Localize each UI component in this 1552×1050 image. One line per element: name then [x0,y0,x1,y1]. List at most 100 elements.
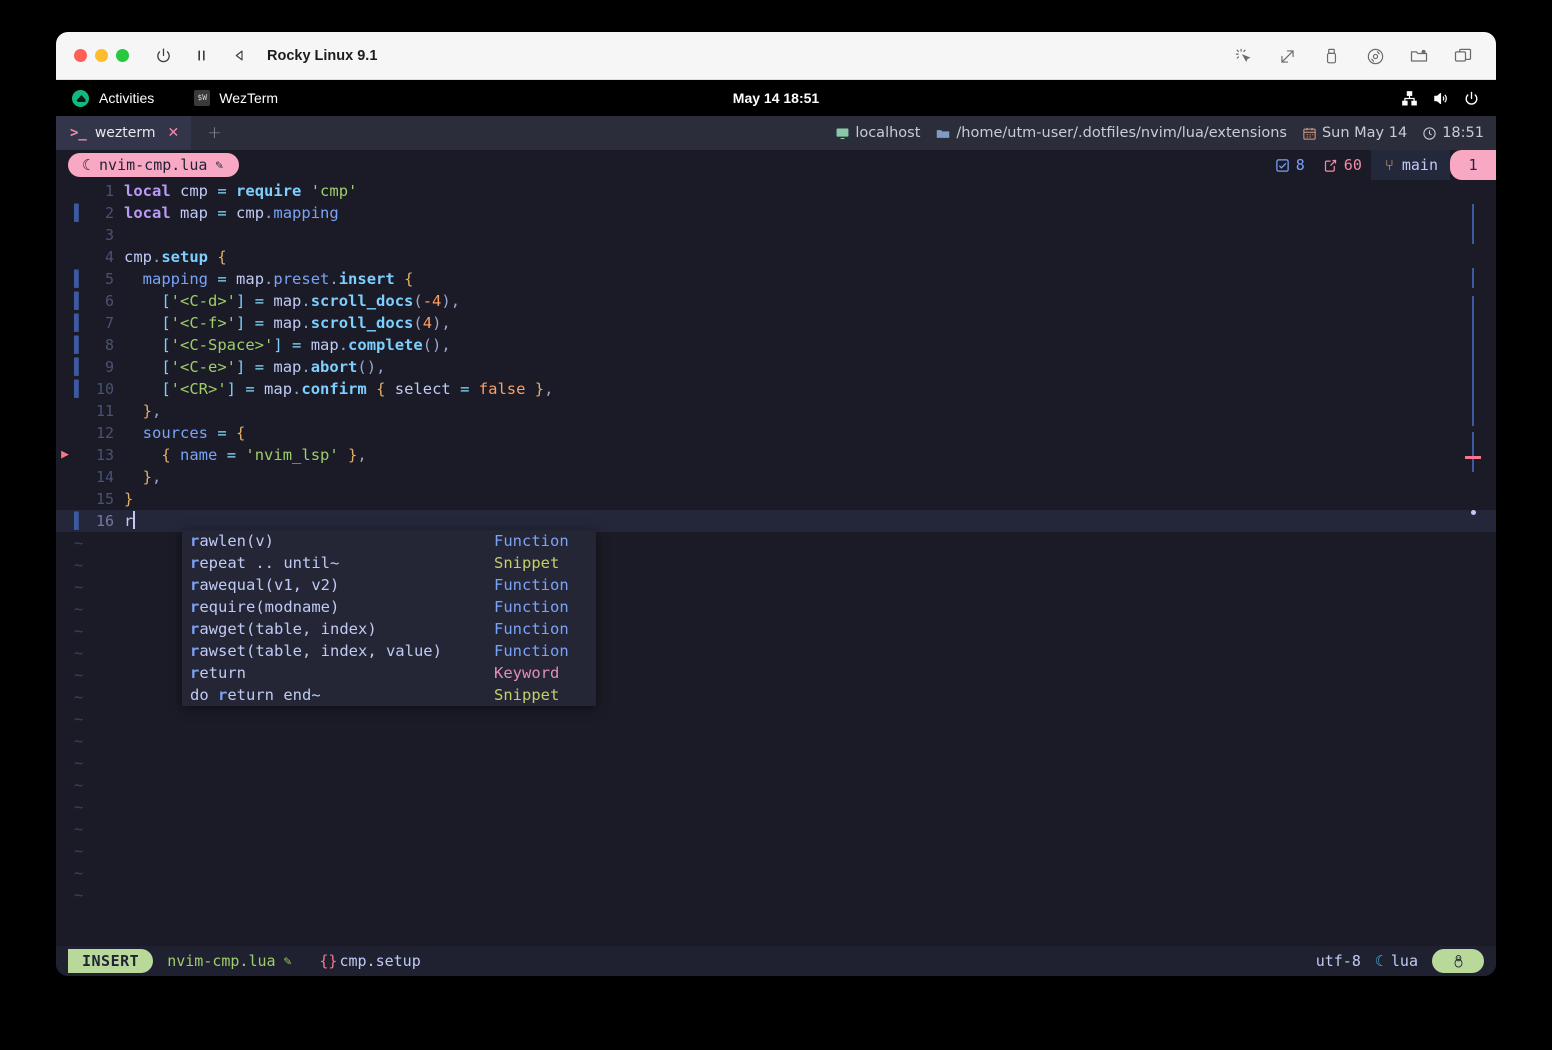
code-line-text: mapping = map.preset.insert { [142,270,414,288]
text-cursor [133,511,136,529]
activities-button[interactable]: Activities [99,90,154,106]
code-line: ▌ 10 ['<CR>'] = map.confirm { select = fa… [56,378,1496,400]
statusline-filetype-label: lua [1390,952,1418,970]
window-traffic-lights [74,49,129,62]
power-menu-icon[interactable] [1463,90,1480,107]
buffer-modified-icon: ✎ [215,157,224,173]
statusline: INSERT nvim-cmp.lua ✎ {} cmp.setup utf-8… [56,946,1496,976]
empty-line-marker: ~ [74,600,84,618]
empty-line-marker: ~ [74,864,84,882]
code-line: ▌ 5 mapping = map.preset.insert { [56,268,1496,290]
vm-titlebar: Rocky Linux 9.1 [56,32,1496,80]
empty-line-marker: ~ [74,666,84,684]
completion-item[interactable]: rawget(table, index) Function [182,618,596,640]
bufferline: ☾ nvim-cmp.lua ✎ 8 60 ⑂ main 1 [56,150,1496,180]
gnome-app-name[interactable]: WezTerm [219,90,278,106]
completion-item-kind: Function [494,576,569,594]
scroll-mark [1472,296,1474,426]
statusline-os-badge [1432,949,1484,973]
scroll-mark [1472,204,1474,244]
resize-icon[interactable] [1276,45,1298,67]
status-host-label: localhost [855,125,921,141]
line-number: 14 [95,468,114,486]
empty-line-marker: ~ [74,644,84,662]
completion-item-kind: Snippet [494,554,560,572]
disk-icon[interactable] [1364,45,1386,67]
statusline-right: utf-8 ☾ lua [1316,949,1484,973]
utm-vm-window: Rocky Linux 9.1 Activities $W WezTerm Ma… [56,32,1496,976]
completion-item[interactable]: return Keyword [182,662,596,684]
wezterm-tab-wezterm[interactable]: >_ wezterm ✕ [56,116,192,150]
empty-line-marker: ~ [74,820,84,838]
line-number: 6 [104,292,114,310]
code-line: 3 [56,224,1496,246]
line-number: 10 [95,380,114,398]
status-time-label: 18:51 [1442,125,1484,141]
completion-item[interactable]: rawset(table, index, value) Function [182,640,596,662]
completion-item[interactable]: rawequal(v1, v2) Function [182,574,596,596]
new-tab-button[interactable]: + [207,123,221,143]
completion-item-label: rawget(table, index) [190,620,377,638]
power-icon[interactable] [153,46,173,66]
completion-item[interactable]: repeat .. until~ Snippet [182,552,596,574]
maximize-window-button[interactable] [116,49,129,62]
neovim-window: ☾ nvim-cmp.lua ✎ 8 60 ⑂ main 1 1 local c… [56,150,1496,976]
scroll-mark [1472,432,1474,472]
git-branch-group[interactable]: ⑂ main [1370,150,1450,180]
status-path-label: /home/utm-user/.dotfiles/nvim/lua/extens… [956,125,1287,141]
completion-popup[interactable]: rawlen(v) Function repeat .. until~ Snippet… [182,530,596,706]
status-path: /home/utm-user/.dotfiles/nvim/lua/extens… [935,125,1287,141]
empty-line-marker: ~ [74,534,84,552]
close-window-button[interactable] [74,49,87,62]
completion-item[interactable]: rawlen(v) Function [182,530,596,552]
completion-match-char: r [190,554,200,572]
completion-item[interactable]: do return end~ Snippet [182,684,596,706]
code-line-text: ['<C-d>'] = map.scroll_docs(-4), [161,292,461,310]
git-change-sign: ▌ [74,204,84,222]
shared-folder-icon[interactable] [1408,45,1430,67]
pause-icon[interactable] [191,46,211,66]
empty-line-marker: ~ [74,886,84,904]
minimize-window-button[interactable] [95,49,108,62]
cursor-capture-icon[interactable] [1232,45,1254,67]
wezterm-tab-bar: >_ wezterm ✕ + localhost /home/utm-user/… [56,116,1496,150]
statusline-mode: INSERT [68,949,154,973]
close-tab-icon[interactable]: ✕ [168,125,180,141]
line-number: 11 [95,402,114,420]
volume-icon[interactable] [1432,90,1449,107]
empty-line-marker: ~ [74,842,84,860]
completion-item-label: do return end~ [190,686,321,704]
completion-item-label: return [190,664,247,682]
completion-match-char: r [190,642,200,660]
completion-item-label: repeat .. until~ [190,554,340,572]
code-line: ▌ 6 ['<C-d>'] = map.scroll_docs(-4), [56,290,1496,312]
completion-item[interactable]: require(modname) Function [182,596,596,618]
code-line: 15} [56,488,1496,510]
usb-icon[interactable] [1320,45,1342,67]
completion-item-label: rawlen(v) [190,532,274,550]
bufferline-badge: 1 [1450,150,1496,180]
line-number: 1 [104,182,114,200]
status-host: localhost [835,125,920,141]
vm-title: Rocky Linux 9.1 [267,47,378,64]
line-number: 2 [104,204,114,222]
empty-line: ~ [56,884,1496,906]
calendar-icon [1303,127,1316,140]
rocky-linux-logo-icon [72,89,89,107]
empty-line: ~ [56,708,1496,730]
buffer-tab-nvim-cmp-lua[interactable]: ☾ nvim-cmp.lua ✎ [68,153,240,177]
statusline-file: nvim-cmp.lua ✎ [167,952,291,970]
code-line-text: ['<C-Space>'] = map.complete(), [161,336,451,354]
completion-match-char: r [190,664,200,682]
cursor-scroll-mark [1471,510,1476,515]
statusline-context-braces: {} [319,952,338,970]
terminal-prompt-icon: >_ [70,125,87,141]
line-number: 13 [95,446,114,464]
completion-item-kind: Function [494,642,569,660]
diagnostics-group: 8 [1266,156,1314,174]
empty-line-marker: ~ [74,776,84,794]
windows-icon[interactable] [1452,45,1474,67]
rewind-icon[interactable] [229,46,249,66]
editor-code-area[interactable]: 1 local cmp = require 'cmp' ▌ 2 local map = … [56,180,1496,906]
network-icon[interactable] [1401,90,1418,107]
